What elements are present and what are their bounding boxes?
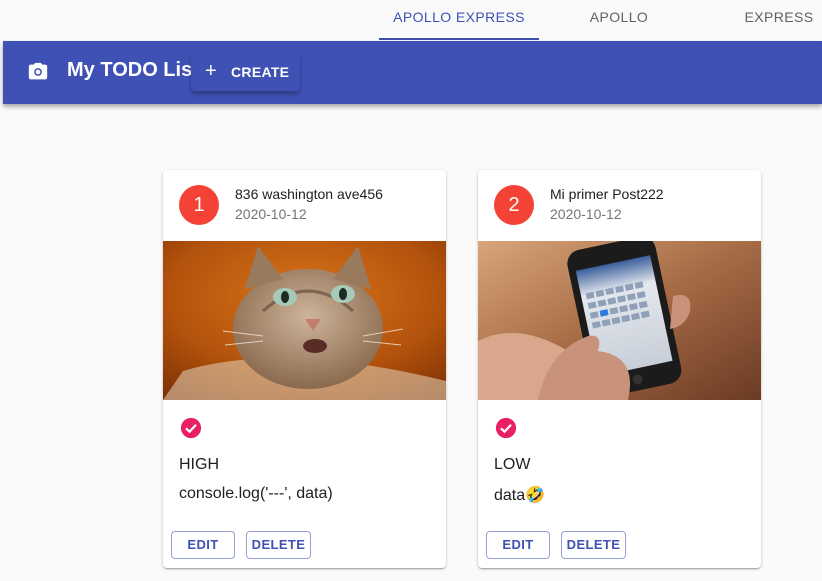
priority-label: LOW — [494, 456, 531, 473]
tab-express[interactable]: EXPRESS — [699, 0, 822, 40]
delete-button[interactable]: DELETE — [561, 531, 626, 559]
card-date: 2020-10-12 — [235, 206, 307, 222]
tab-apollo-express[interactable]: APOLLO EXPRESS — [379, 0, 539, 40]
plus-icon: + — [205, 60, 217, 82]
avatar: 2 — [494, 185, 534, 225]
create-button[interactable]: + CREATE — [191, 53, 300, 91]
card-image-cat — [163, 241, 446, 400]
card-title: 836 washington ave456 — [235, 186, 383, 202]
tab-apollo[interactable]: APOLLO — [539, 0, 699, 40]
card-description: data🤣 — [494, 487, 546, 504]
app-bar: My TODO List + CREATE — [3, 41, 822, 104]
card-date: 2020-10-12 — [550, 206, 622, 222]
create-button-label: CREATE — [231, 64, 290, 80]
active-tab-indicator — [379, 38, 539, 40]
check-circle-icon — [180, 417, 202, 439]
check-circle-icon — [495, 417, 517, 439]
tab-bar: APOLLO EXPRESS APOLLO EXPRESS — [0, 0, 822, 41]
delete-button[interactable]: DELETE — [246, 531, 311, 559]
camera-icon — [28, 62, 48, 80]
todo-card: 2 Mi primer Post222 2020-10-12 LOW data🤣… — [478, 170, 761, 568]
edit-button[interactable]: EDIT — [171, 531, 235, 559]
edit-button[interactable]: EDIT — [486, 531, 550, 559]
card-title: Mi primer Post222 — [550, 186, 664, 202]
card-image-phone — [478, 241, 761, 400]
avatar: 1 — [179, 185, 219, 225]
priority-label: HIGH — [179, 456, 219, 473]
page-title: My TODO List — [67, 59, 199, 81]
card-description: console.log('---', data) — [179, 485, 333, 502]
todo-card: 1 836 washington ave456 2020-10-12 HIGH … — [163, 170, 446, 568]
